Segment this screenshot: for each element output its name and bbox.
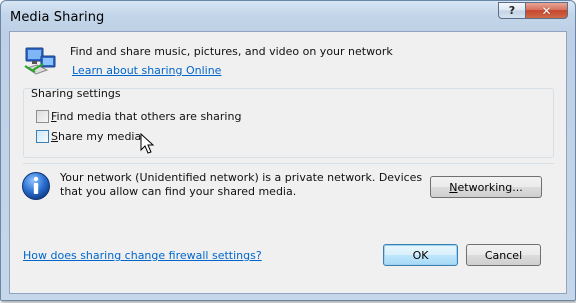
- window-title: Media Sharing: [10, 10, 105, 25]
- share-media-label: Share my media: [51, 130, 142, 143]
- close-button[interactable]: ✕: [525, 2, 568, 19]
- network-media-icon: [24, 47, 56, 75]
- cancel-button[interactable]: Cancel: [466, 244, 541, 266]
- help-icon: ?: [508, 4, 516, 17]
- share-media-checkbox[interactable]: [36, 130, 49, 143]
- header-description: Find and share music, pictures, and vide…: [70, 45, 393, 58]
- divider: [23, 163, 554, 164]
- media-sharing-window: Media Sharing ? ✕ Find and share music, …: [0, 0, 576, 301]
- dialog-body: Find and share music, pictures, and vide…: [9, 31, 567, 294]
- sharing-settings-label: Sharing settings: [31, 87, 121, 100]
- info-icon: [22, 172, 50, 200]
- ok-button[interactable]: OK: [383, 244, 458, 266]
- share-media-option[interactable]: Share my media: [36, 130, 141, 143]
- find-media-checkbox[interactable]: [36, 110, 49, 123]
- find-media-option[interactable]: Find media that others are sharing: [36, 110, 241, 123]
- firewall-help-link[interactable]: How does sharing change firewall setting…: [23, 249, 262, 262]
- help-button[interactable]: ?: [498, 2, 525, 19]
- mouse-cursor-icon: [140, 133, 155, 154]
- learn-sharing-link[interactable]: Learn about sharing Online: [72, 64, 221, 77]
- network-status-text: Your network (Unidentified network) is a…: [60, 171, 423, 198]
- close-icon: ✕: [541, 3, 552, 18]
- networking-button[interactable]: Networking...: [430, 176, 542, 198]
- find-media-label: Find media that others are sharing: [51, 110, 242, 123]
